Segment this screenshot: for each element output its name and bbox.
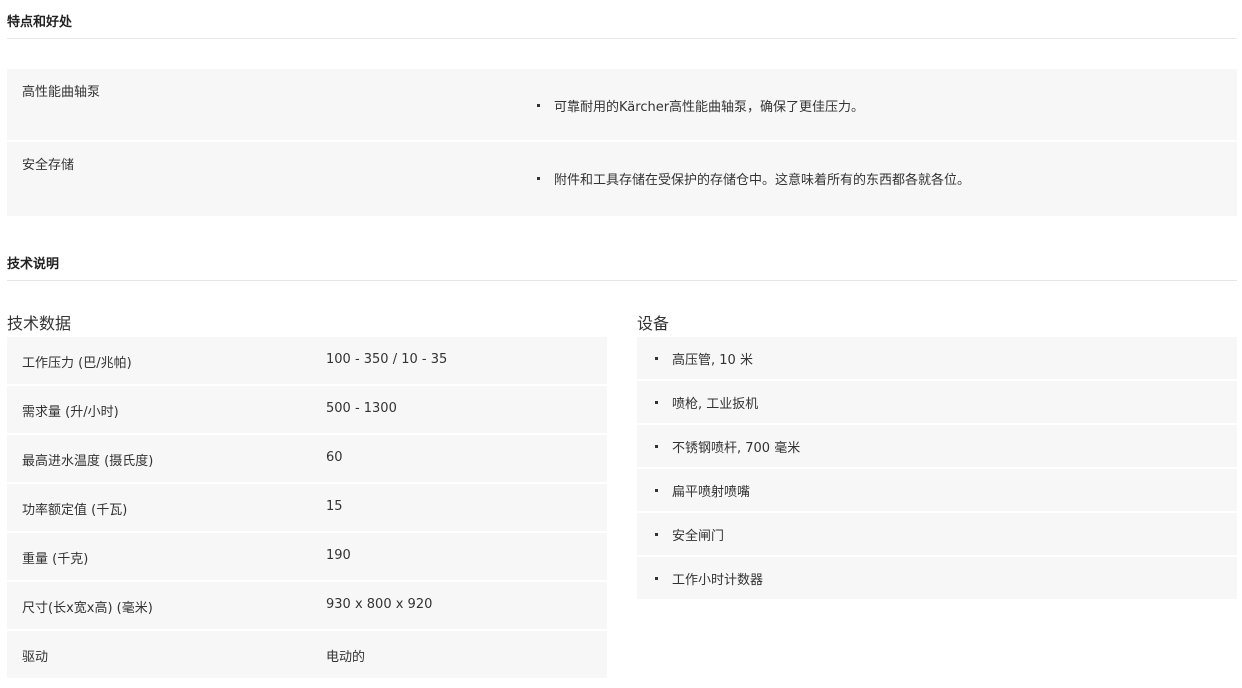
equipment-list: 高压管, 10 米 喷枪, 工业扳机 不锈钢喷杆, 700 毫米 扁平喷射喷嘴 …	[637, 337, 1237, 601]
table-row: 功率额定值 (千瓦) 15	[7, 484, 607, 533]
tech-data-heading: 技术数据	[7, 314, 72, 333]
tech-value: 190	[326, 548, 351, 563]
equipment-text: 不锈钢喷杆, 700 毫米	[672, 441, 801, 456]
features-heading: 特点和好处	[7, 15, 73, 30]
list-item: 不锈钢喷杆, 700 毫米	[637, 425, 1237, 469]
equipment-text: 扁平喷射喷嘴	[672, 485, 751, 500]
tech-label: 重量 (千克)	[22, 552, 89, 567]
tech-value: 电动的	[326, 650, 366, 665]
tech-value: 15	[326, 499, 343, 514]
bullet-icon	[655, 445, 658, 448]
feature-row: 安全存储 附件和工具存储在受保护的存储仓中。这意味着所有的东西都各就各位。	[7, 142, 1237, 216]
table-row: 重量 (千克) 190	[7, 533, 607, 582]
tech-label: 工作压力 (巴/兆帕)	[22, 356, 132, 371]
features-divider	[7, 38, 1237, 39]
equipment-text: 工作小时计数器	[672, 573, 764, 588]
tech-label: 驱动	[22, 650, 49, 665]
feature-description-text: 可靠耐用的Kärcher高性能曲轴泵，确保了更佳压力。	[554, 100, 865, 115]
feature-description: 可靠耐用的Kärcher高性能曲轴泵，确保了更佳压力。	[537, 96, 865, 115]
bullet-icon	[655, 401, 658, 404]
feature-row: 高性能曲轴泵 可靠耐用的Kärcher高性能曲轴泵，确保了更佳压力。	[7, 69, 1237, 142]
feature-name: 安全存储	[22, 158, 75, 173]
product-details-page: 特点和好处 高性能曲轴泵 可靠耐用的Kärcher高性能曲轴泵，确保了更佳压力。…	[0, 0, 1242, 688]
tech-divider	[7, 280, 1237, 281]
list-item: 安全闸门	[637, 513, 1237, 557]
equipment-heading: 设备	[637, 314, 670, 333]
tech-value: 930 x 800 x 920	[326, 597, 433, 612]
equipment-text: 喷枪, 工业扳机	[672, 397, 759, 412]
list-item: 工作小时计数器	[637, 557, 1237, 601]
bullet-icon	[537, 104, 540, 107]
bullet-icon	[655, 357, 658, 360]
tech-data-table: 工作压力 (巴/兆帕) 100 - 350 / 10 - 35 需求量 (升/小…	[7, 337, 607, 680]
list-item: 喷枪, 工业扳机	[637, 381, 1237, 425]
equipment-text: 高压管, 10 米	[672, 353, 753, 368]
table-row: 需求量 (升/小时) 500 - 1300	[7, 386, 607, 435]
equipment-text: 安全闸门	[672, 529, 725, 544]
table-row: 最高进水温度 (摄氏度) 60	[7, 435, 607, 484]
feature-description-text: 附件和工具存储在受保护的存储仓中。这意味着所有的东西都各就各位。	[554, 173, 971, 188]
table-row: 驱动 电动的	[7, 631, 607, 680]
tech-label: 需求量 (升/小时)	[22, 405, 119, 420]
tech-value: 60	[326, 450, 343, 465]
bullet-icon	[537, 177, 540, 180]
tech-label: 尺寸(长x宽x高) (毫米)	[22, 601, 153, 616]
table-row: 尺寸(长x宽x高) (毫米) 930 x 800 x 920	[7, 582, 607, 631]
list-item: 高压管, 10 米	[637, 337, 1237, 381]
tech-value: 500 - 1300	[326, 401, 397, 416]
features-table: 高性能曲轴泵 可靠耐用的Kärcher高性能曲轴泵，确保了更佳压力。 安全存储 …	[7, 69, 1237, 216]
bullet-icon	[655, 533, 658, 536]
feature-name: 高性能曲轴泵	[22, 85, 101, 100]
tech-label: 功率额定值 (千瓦)	[22, 503, 128, 518]
tech-heading: 技术说明	[7, 257, 60, 272]
tech-label: 最高进水温度 (摄氏度)	[22, 454, 154, 469]
bullet-icon	[655, 577, 658, 580]
bullet-icon	[655, 489, 658, 492]
list-item: 扁平喷射喷嘴	[637, 469, 1237, 513]
tech-value: 100 - 350 / 10 - 35	[326, 352, 448, 367]
table-row: 工作压力 (巴/兆帕) 100 - 350 / 10 - 35	[7, 337, 607, 386]
feature-description: 附件和工具存储在受保护的存储仓中。这意味着所有的东西都各就各位。	[537, 169, 971, 188]
